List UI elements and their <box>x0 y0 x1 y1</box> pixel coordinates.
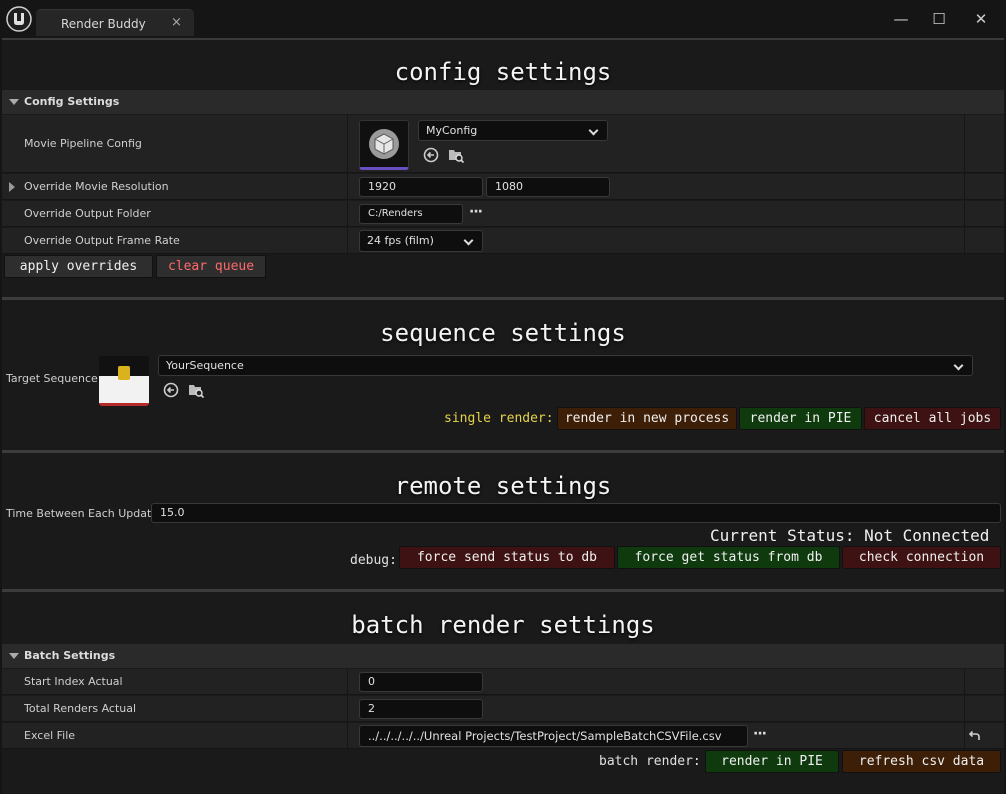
resolution-width-input[interactable]: 1920 <box>359 177 483 197</box>
section-divider <box>2 589 1004 592</box>
title-bar: Render Buddy × — ☐ ✕ <box>0 0 1006 38</box>
chevron-down-icon <box>588 125 599 136</box>
tab-label: Render Buddy <box>61 17 146 31</box>
clear-queue-button[interactable]: clear queue <box>156 255 266 278</box>
chevron-down-icon <box>463 235 474 246</box>
use-selected-icon[interactable] <box>163 382 179 398</box>
browse-asset-icon[interactable] <box>188 382 204 398</box>
remote-settings-title: remote settings <box>394 472 612 500</box>
check-connection-button[interactable]: check connection <box>842 546 1001 569</box>
sequence-asset-thumbnail[interactable] <box>99 356 149 406</box>
start-index-input[interactable]: 0 <box>359 672 483 692</box>
batch-settings-title: batch render settings <box>351 611 655 639</box>
batch-render-label: batch render: <box>599 754 701 769</box>
clapper-icon <box>118 366 130 380</box>
dropdown-value: YourSequence <box>166 359 244 372</box>
cancel-all-jobs-button[interactable]: cancel all jobs <box>864 407 1001 430</box>
chevron-down-icon <box>953 360 964 371</box>
config-asset-dropdown[interactable]: MyConfig <box>418 120 608 141</box>
row-label: Excel File <box>24 729 76 742</box>
excel-file-input[interactable]: ../../../../../Unreal Projects/TestProje… <box>359 725 748 747</box>
debug-label: debug: <box>350 553 397 568</box>
cube-icon <box>369 129 399 159</box>
category-label: Config Settings <box>24 95 120 108</box>
row-label: Override Output Folder <box>24 207 151 220</box>
browse-asset-icon[interactable] <box>448 147 464 163</box>
unreal-logo-icon <box>6 6 32 32</box>
row-label: Movie Pipeline Config <box>24 137 142 150</box>
sequence-settings-title: sequence settings <box>380 319 626 347</box>
tab-close-icon[interactable]: × <box>171 15 182 30</box>
output-folder-input[interactable]: C:/Renders <box>359 204 463 224</box>
tab-render-buddy[interactable]: Render Buddy × <box>36 9 194 36</box>
target-sequence-label: Target Sequence <box>6 372 98 385</box>
maximize-button[interactable]: ☐ <box>924 8 954 30</box>
reset-to-default-icon[interactable] <box>966 728 982 744</box>
expand-arrow-icon[interactable] <box>9 182 15 192</box>
single-render-label: single render: <box>444 411 554 426</box>
row-total-renders: Total Renders Actual 2 <box>2 696 1004 722</box>
close-window-button[interactable]: ✕ <box>966 8 996 30</box>
browse-file-button[interactable]: ··· <box>753 726 767 742</box>
section-divider <box>2 297 1004 300</box>
row-label: Override Output Frame Rate <box>24 234 180 247</box>
section-divider <box>2 450 1004 453</box>
row-label: Override Movie Resolution <box>24 180 169 193</box>
resolution-height-input[interactable]: 1080 <box>486 177 610 197</box>
dropdown-value: 24 fps (film) <box>367 234 434 247</box>
config-asset-thumbnail[interactable] <box>359 120 409 170</box>
expand-arrow-icon[interactable] <box>9 99 19 105</box>
refresh-csv-button[interactable]: refresh csv data <box>842 750 1001 773</box>
apply-overrides-button[interactable]: apply overrides <box>4 255 153 278</box>
row-excel-file: Excel File ../../../../../Unreal Project… <box>2 723 1004 749</box>
use-selected-icon[interactable] <box>423 147 439 163</box>
expand-arrow-icon[interactable] <box>9 653 19 659</box>
row-override-output-folder: Override Output Folder C:/Renders ··· <box>2 201 1004 227</box>
category-label: Batch Settings <box>24 649 116 662</box>
render-pie-button[interactable]: render in PIE <box>739 407 862 430</box>
row-override-frame-rate: Override Output Frame Rate 24 fps (film) <box>2 228 1004 254</box>
sequence-asset-dropdown[interactable]: YourSequence <box>158 355 973 376</box>
force-send-status-button[interactable]: force send status to db <box>399 546 615 569</box>
browse-folder-button[interactable]: ··· <box>469 204 483 220</box>
dropdown-value: MyConfig <box>426 124 478 137</box>
time-between-update-label: Time Between Each Update <box>6 507 159 520</box>
category-batch-settings[interactable]: Batch Settings <box>2 644 1004 668</box>
frame-rate-dropdown[interactable]: 24 fps (film) <box>359 230 483 252</box>
row-label: Start Index Actual <box>24 675 123 688</box>
total-renders-input[interactable]: 2 <box>359 699 483 719</box>
time-between-update-input[interactable]: 15.0 <box>151 503 1001 523</box>
force-get-status-button[interactable]: force get status from db <box>617 546 840 569</box>
row-start-index: Start Index Actual 0 <box>2 669 1004 695</box>
row-label: Total Renders Actual <box>24 702 137 715</box>
row-override-resolution: Override Movie Resolution 1920 1080 <box>2 174 1004 200</box>
batch-render-pie-button[interactable]: render in PIE <box>705 750 839 773</box>
render-new-process-button[interactable]: render in new process <box>557 407 737 430</box>
connection-status-text: Current Status: Not Connected <box>710 526 990 545</box>
minimize-button[interactable]: — <box>886 8 916 30</box>
row-movie-pipeline-config: Movie Pipeline Config MyConfig <box>2 115 1004 173</box>
category-config-settings[interactable]: Config Settings <box>2 90 1004 114</box>
config-settings-title: config settings <box>394 58 612 86</box>
